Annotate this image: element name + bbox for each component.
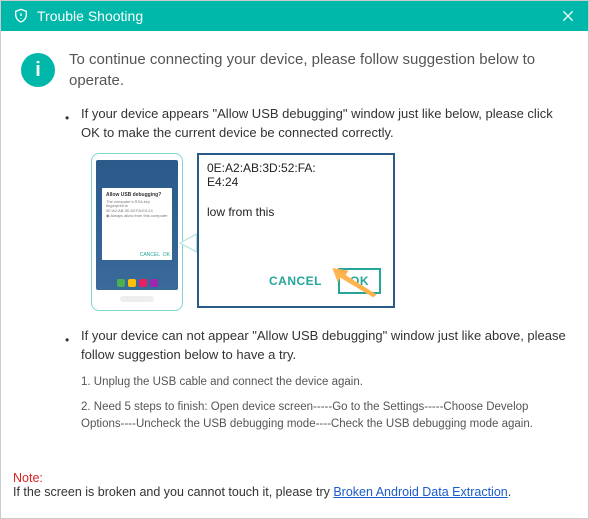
illustration: Allow USB debugging? The computer's RSA … bbox=[91, 153, 401, 313]
phone-modal-body: The computer's RSA key fingerprint is 0E… bbox=[106, 200, 168, 219]
shield-icon bbox=[13, 8, 29, 24]
phone-dock bbox=[96, 276, 178, 290]
titlebar-left: Trouble Shooting bbox=[13, 8, 143, 24]
arrow-icon bbox=[331, 268, 387, 300]
broken-android-link[interactable]: Broken Android Data Extraction bbox=[333, 485, 507, 499]
phone-screen: Allow USB debugging? The computer's RSA … bbox=[96, 160, 178, 290]
bullet-1-text: If your device appears "Allow USB debugg… bbox=[81, 105, 568, 143]
phone-modal-buttons: CANCEL OK bbox=[140, 252, 170, 258]
note-area: Note: If the screen is broken and you ca… bbox=[1, 471, 586, 511]
mac-address-line2: E4:24 bbox=[207, 175, 385, 189]
mac-address-line1: 0E:A2:AB:3D:52:FA: bbox=[207, 161, 385, 175]
intro-text: To continue connecting your device, plea… bbox=[69, 49, 568, 91]
step-2: 2. Need 5 steps to finish: Open device s… bbox=[81, 399, 568, 432]
info-icon: i bbox=[21, 53, 55, 87]
troubleshooting-dialog: Trouble Shooting i To continue connectin… bbox=[0, 0, 589, 519]
bullet-2: If your device can not appear "Allow USB… bbox=[81, 327, 568, 365]
cancel-button[interactable]: CANCEL bbox=[269, 274, 322, 288]
close-button[interactable] bbox=[560, 8, 576, 24]
dialog-title: Trouble Shooting bbox=[37, 8, 143, 24]
phone-home-button bbox=[120, 296, 154, 302]
note-label: Note: bbox=[13, 471, 43, 485]
callout-pointer-icon bbox=[179, 233, 197, 253]
bullet-2-text: If your device can not appear "Allow USB… bbox=[81, 327, 568, 365]
allow-text: low from this bbox=[207, 205, 385, 219]
titlebar: Trouble Shooting bbox=[1, 1, 588, 31]
phone-mockup: Allow USB debugging? The computer's RSA … bbox=[91, 153, 183, 311]
phone-modal-title: Allow USB debugging? bbox=[106, 192, 168, 198]
note-text: If the screen is broken and you cannot t… bbox=[13, 485, 333, 499]
step-1: 1. Unplug the USB cable and connect the … bbox=[81, 374, 568, 391]
intro-row: i To continue connecting your device, pl… bbox=[21, 49, 568, 91]
content-area: i To continue connecting your device, pl… bbox=[1, 31, 588, 442]
phone-modal: Allow USB debugging? The computer's RSA … bbox=[102, 188, 172, 260]
bullet-1: If your device appears "Allow USB debugg… bbox=[81, 105, 568, 143]
